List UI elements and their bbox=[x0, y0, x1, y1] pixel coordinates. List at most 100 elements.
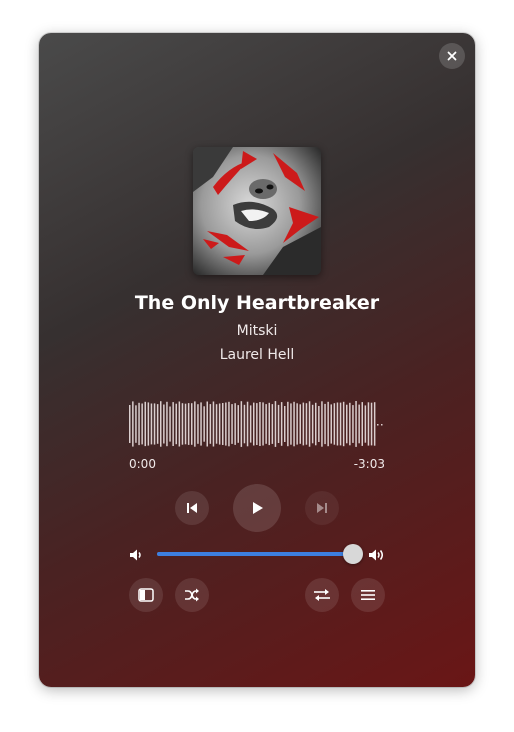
waveform-bar bbox=[212, 401, 215, 447]
volume-level-fill bbox=[157, 552, 354, 556]
waveform-bar bbox=[277, 404, 280, 443]
waveform-bar bbox=[361, 402, 363, 446]
waveform-seekbar[interactable] bbox=[129, 399, 385, 449]
next-button[interactable] bbox=[305, 491, 339, 525]
repeat-button[interactable] bbox=[305, 578, 339, 612]
waveform-bar bbox=[187, 403, 190, 445]
remaining-time: -3:03 bbox=[353, 457, 385, 471]
waveform-bar bbox=[265, 404, 267, 444]
play-icon bbox=[253, 502, 263, 514]
waveform-bar bbox=[175, 403, 177, 445]
waveform-bar bbox=[321, 401, 323, 447]
waveform-bar bbox=[197, 404, 199, 444]
waveform-bar bbox=[308, 401, 311, 447]
waveform-bar bbox=[163, 404, 165, 444]
waveform-bar bbox=[147, 402, 150, 446]
waveform-bar bbox=[150, 403, 153, 445]
waveform-bar bbox=[225, 402, 227, 446]
waveform-bar bbox=[336, 402, 339, 446]
volume-low-icon bbox=[130, 549, 141, 561]
waveform-bar bbox=[355, 401, 357, 447]
waveform-bar bbox=[153, 403, 156, 445]
skip-previous-icon bbox=[187, 503, 197, 513]
waveform-bar bbox=[315, 402, 317, 446]
waveform-bar bbox=[333, 403, 336, 445]
waveform-bar bbox=[311, 404, 314, 444]
waveform-bar bbox=[259, 402, 261, 446]
waveform-bar bbox=[271, 404, 274, 444]
waveform-bar bbox=[373, 402, 376, 446]
waveform-bar bbox=[231, 404, 233, 444]
waveform-bar bbox=[274, 401, 277, 447]
waveform-bar bbox=[203, 406, 205, 442]
track-artist: Mitski bbox=[236, 323, 278, 339]
waveform-bar bbox=[169, 406, 171, 442]
waveform-bar bbox=[184, 403, 187, 445]
waveform-bar bbox=[178, 401, 181, 447]
waveform-bar bbox=[200, 402, 202, 446]
waveform-bar bbox=[206, 401, 208, 447]
volume-high-icon bbox=[369, 549, 383, 561]
waveform-bar bbox=[262, 402, 264, 446]
waveform-bar bbox=[324, 403, 326, 445]
volume-slider-handle[interactable] bbox=[343, 544, 364, 564]
track-album: Laurel Hell bbox=[219, 347, 295, 363]
waveform-bar bbox=[293, 401, 295, 447]
queue-button[interactable] bbox=[351, 578, 385, 612]
skip-next-icon bbox=[317, 503, 327, 513]
track-title: The Only Heartbreaker bbox=[134, 292, 380, 314]
waveform-bar bbox=[172, 402, 174, 446]
waveform-bar bbox=[156, 404, 159, 444]
waveform-bar bbox=[352, 405, 354, 443]
waveform-bar bbox=[302, 402, 305, 446]
waveform-bar bbox=[349, 402, 351, 446]
waveform-bar bbox=[191, 403, 193, 445]
shuffle-icon bbox=[185, 588, 199, 602]
volume-slider[interactable] bbox=[157, 544, 364, 564]
waveform-bar bbox=[222, 403, 224, 445]
waveform-bar bbox=[367, 402, 370, 446]
waveform-bar bbox=[218, 403, 221, 445]
waveform-bar bbox=[209, 404, 212, 444]
queue-list-icon bbox=[361, 590, 375, 600]
waveform-bar bbox=[237, 405, 239, 443]
sidebar-toggle-button[interactable] bbox=[129, 578, 163, 612]
waveform-bar bbox=[342, 401, 345, 447]
shuffle-button[interactable] bbox=[175, 578, 209, 612]
waveform-bar bbox=[181, 403, 184, 445]
close-button[interactable] bbox=[439, 43, 465, 69]
waveform-bar bbox=[160, 401, 162, 447]
album-cover bbox=[193, 147, 321, 275]
waveform-bar bbox=[234, 403, 236, 445]
waveform-bar bbox=[129, 405, 131, 443]
waveform-bar bbox=[215, 404, 218, 444]
waveform-bar bbox=[243, 404, 246, 444]
waveform-bar bbox=[296, 403, 298, 445]
waveform-bar bbox=[138, 402, 140, 446]
waveform-bar bbox=[370, 402, 373, 446]
waveform-bar bbox=[327, 401, 329, 447]
waveform-bar bbox=[240, 401, 243, 447]
waveform-bar bbox=[194, 401, 196, 447]
sidebar-toggle-icon bbox=[138, 588, 154, 602]
elapsed-time: 0:00 bbox=[129, 457, 156, 471]
waveform-bar bbox=[249, 405, 252, 443]
waveform-bar bbox=[135, 405, 137, 443]
close-icon bbox=[447, 51, 457, 61]
waveform-bar bbox=[287, 401, 289, 447]
waveform-bar bbox=[330, 404, 332, 444]
player-window: The Only Heartbreaker Mitski Laurel Hell… bbox=[39, 33, 475, 687]
waveform-bar bbox=[132, 401, 134, 447]
previous-button[interactable] bbox=[175, 491, 209, 525]
waveform-bar bbox=[381, 424, 383, 426]
play-button[interactable] bbox=[233, 484, 281, 532]
waveform-bar bbox=[253, 402, 255, 446]
waveform-bar bbox=[299, 404, 301, 444]
waveform-bar bbox=[228, 401, 230, 447]
waveform-bar bbox=[268, 402, 270, 446]
waveform-bar bbox=[364, 405, 367, 443]
waveform-bar bbox=[280, 402, 283, 446]
waveform-bar bbox=[256, 403, 258, 445]
waveform-bar bbox=[166, 401, 168, 447]
waveform-bar bbox=[144, 401, 146, 447]
